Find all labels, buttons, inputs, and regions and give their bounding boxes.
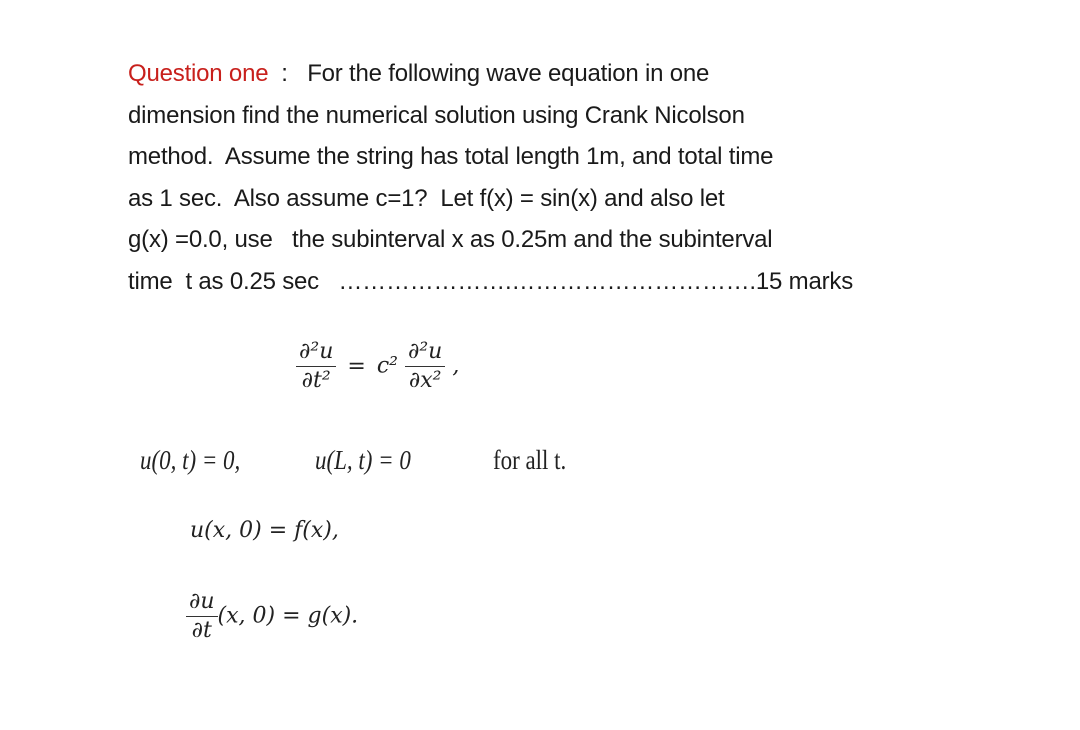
question-line-6: time t as 0.25 sec ………………….………………………….15… (128, 267, 853, 295)
rhs-denominator: ∂x² (408, 368, 442, 394)
question-line-4: as 1 sec. Also assume c=1? Let f(x) = si… (128, 184, 725, 212)
rhs-numerator: ∂²u (404, 339, 446, 368)
boundary-right: u(L, t) = 0 (315, 445, 411, 475)
du-numerator: ∂u (186, 589, 218, 618)
du-rest: (x, 0) = g(x). (217, 603, 359, 629)
boundary-note: for all t. (493, 445, 567, 475)
comma: , (452, 353, 460, 379)
question-text: Question one : For the following wave eq… (128, 53, 958, 303)
question-label: Question one (128, 60, 269, 87)
lhs-denominator: ∂t² (301, 368, 331, 394)
lhs-fraction: ∂²u ∂t² (296, 339, 337, 394)
question-line-2: dimension find the numerical solution us… (128, 101, 745, 129)
boundary-left: u(0, t) = 0, (140, 445, 241, 475)
du-fraction: ∂u ∂t (186, 589, 218, 644)
question-line-5: g(x) =0.0, use the subinterval x as 0.25… (128, 226, 773, 254)
initial-condition-du: ∂u ∂t (x, 0) = g(x). (186, 589, 359, 644)
question-line-3: method. Assume the string has total leng… (128, 143, 774, 171)
line-text: For the following wave equation in one (307, 60, 710, 87)
rhs-fraction: ∂²u ∂x² (404, 339, 446, 394)
question-line-1: Question one : For the following wave eq… (128, 53, 958, 95)
wave-equation: ∂²u ∂t² = c² ∂²u ∂x² , (296, 339, 460, 394)
lhs-numerator: ∂²u (296, 339, 337, 368)
equals-sign: = (347, 353, 366, 379)
du-denominator: ∂t (191, 618, 212, 644)
separator: : (268, 60, 308, 87)
coefficient: c² (376, 353, 398, 379)
initial-condition-u: u(x, 0) = f(x), (190, 518, 339, 543)
